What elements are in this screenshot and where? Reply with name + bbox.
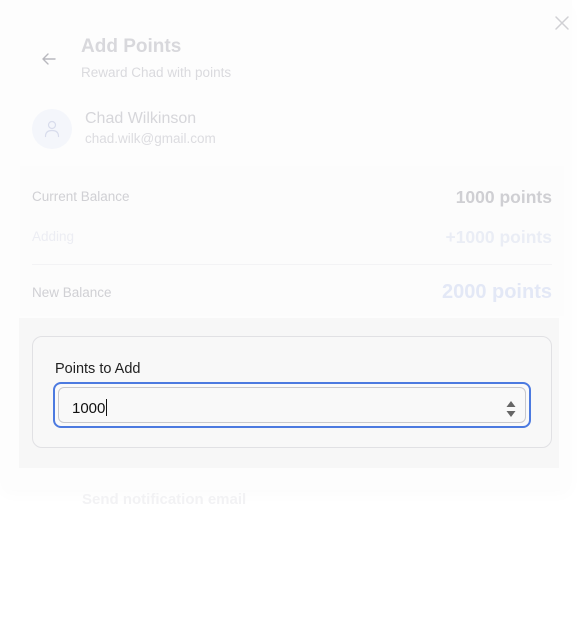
current-balance-value: 1000 points	[455, 187, 552, 207]
send-notification-email-toggle[interactable]: Send notification email	[82, 491, 246, 508]
points-input-value: 1000	[72, 400, 106, 417]
points-input-value-wrap: 1000	[72, 399, 108, 417]
user-icon	[44, 120, 60, 138]
page-subtitle: Reward Chad with points	[81, 65, 232, 80]
points-input-field[interactable]: 1000	[58, 387, 526, 423]
summary-divider	[32, 264, 552, 265]
new-balance-value: 2000 points	[441, 281, 552, 303]
adding-value: +1000 points	[445, 227, 552, 247]
user-email: chad.wilk@gmail.com	[85, 131, 216, 146]
number-spinner-icon[interactable]	[505, 397, 517, 421]
points-input[interactable]: 1000	[53, 382, 531, 428]
adding-label: Adding	[32, 229, 75, 244]
close-icon[interactable]	[553, 14, 571, 32]
current-balance-label: Current Balance	[32, 189, 130, 204]
add-points-modal: Add Points Reward Chad with points Chad …	[0, 0, 584, 636]
user-name: Chad Wilkinson	[85, 110, 197, 127]
page-title: Add Points	[81, 36, 182, 57]
arrow-left-icon[interactable]	[38, 48, 60, 70]
points-input-label: Points to Add	[55, 361, 141, 377]
avatar	[32, 109, 72, 149]
text-caret	[106, 399, 108, 416]
new-balance-label: New Balance	[32, 285, 112, 300]
